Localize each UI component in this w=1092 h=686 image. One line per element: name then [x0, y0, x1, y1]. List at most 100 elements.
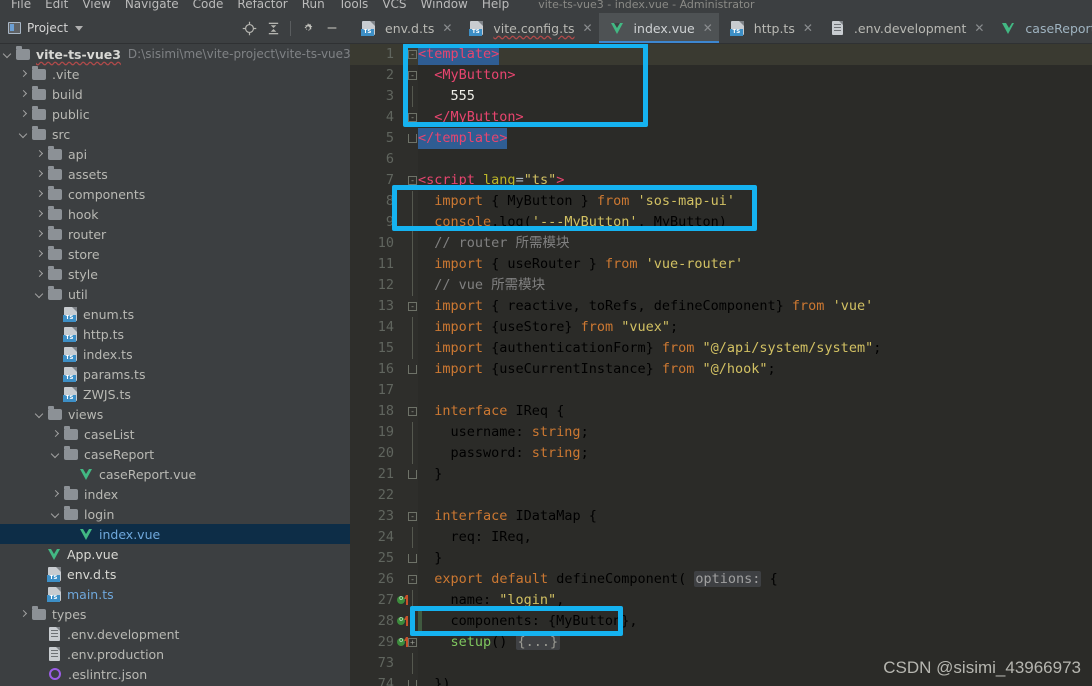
menu-item-code[interactable]: Code — [186, 0, 231, 11]
close-icon[interactable]: ✕ — [703, 22, 713, 34]
gear-icon[interactable] — [296, 16, 320, 40]
chevron-right-icon[interactable] — [36, 150, 45, 159]
chevron-right-icon[interactable] — [36, 270, 45, 279]
code-line[interactable]: name: "login", — [350, 590, 1092, 611]
locate-icon[interactable] — [237, 16, 261, 40]
tree-item-main-ts[interactable]: main.ts — [0, 584, 350, 604]
chevron-right-icon[interactable] — [36, 170, 45, 179]
tree-item-hook[interactable]: hook — [0, 204, 350, 224]
project-tree[interactable]: vite-ts-vue3D:\sisimi\me\vite-project\vi… — [0, 44, 350, 686]
tree-item-build[interactable]: build — [0, 84, 350, 104]
tree-item-casereport-vue[interactable]: caseReport.vue — [0, 464, 350, 484]
tree-item-http-ts[interactable]: http.ts — [0, 324, 350, 344]
code-line[interactable]: </template> — [350, 128, 1092, 149]
minimize-icon[interactable] — [320, 16, 344, 40]
code-line[interactable]: import { reactive, toRefs, defineCompone… — [350, 296, 1092, 317]
code-line[interactable]: <MyButton> — [350, 65, 1092, 86]
code-line[interactable] — [350, 485, 1092, 506]
chevron-down-icon[interactable] — [52, 450, 61, 459]
tree-item-api[interactable]: api — [0, 144, 350, 164]
menu-item-view[interactable]: View — [75, 0, 117, 11]
tree-item-src[interactable]: src — [0, 124, 350, 144]
tree-item--eslintrc-json[interactable]: .eslintrc.json — [0, 664, 350, 684]
chevron-right-icon[interactable] — [36, 190, 45, 199]
tree-item-util[interactable]: util — [0, 284, 350, 304]
collapse-all-icon[interactable] — [261, 16, 285, 40]
tree-item-index-ts[interactable]: index.ts — [0, 344, 350, 364]
code-line[interactable]: console.log('---MyButton', MyButton) — [350, 212, 1092, 233]
chevron-down-icon[interactable] — [20, 130, 29, 139]
code-line[interactable]: import { useRouter } from 'vue-router' — [350, 254, 1092, 275]
tree-item-caselist[interactable]: caseList — [0, 424, 350, 444]
menu-item-run[interactable]: Run — [295, 0, 332, 11]
tree-item--vite[interactable]: .vite — [0, 64, 350, 84]
tree-item-style[interactable]: style — [0, 264, 350, 284]
menu-item-tools[interactable]: Tools — [332, 0, 376, 11]
code-editor[interactable]: 1-<template>2- <MyButton>3 5554- </MyBut… — [350, 44, 1092, 686]
chevron-right-icon[interactable] — [52, 430, 61, 439]
editor-tab-vite-config-ts[interactable]: vite.config.ts✕ — [458, 13, 598, 43]
close-icon[interactable]: ✕ — [803, 22, 813, 34]
tree-item-types[interactable]: types — [0, 604, 350, 624]
chevron-right-icon[interactable] — [52, 490, 61, 499]
chevron-down-icon[interactable] — [75, 26, 83, 31]
menu-item-help[interactable]: Help — [475, 0, 516, 11]
code-line[interactable]: req: IReq, — [350, 527, 1092, 548]
tree-item-enum-ts[interactable]: enum.ts — [0, 304, 350, 324]
editor-tab-casereport-vue[interactable]: caseReport.vue✕ — [990, 13, 1092, 43]
tree-item-public[interactable]: public — [0, 104, 350, 124]
chevron-right-icon[interactable] — [20, 110, 29, 119]
menu-item-edit[interactable]: Edit — [38, 0, 75, 11]
chevron-right-icon[interactable] — [20, 70, 29, 79]
editor-tab-index-vue[interactable]: index.vue✕ — [599, 13, 719, 43]
project-panel-title-button[interactable]: Project — [8, 21, 83, 35]
tree-item-router[interactable]: router — [0, 224, 350, 244]
code-line[interactable]: components: {MyButton}, — [350, 611, 1092, 632]
code-line[interactable]: import {authenticationForm} from "@/api/… — [350, 338, 1092, 359]
close-icon[interactable]: ✕ — [974, 22, 984, 34]
tree-item-params-ts[interactable]: params.ts — [0, 364, 350, 384]
code-line[interactable]: 555 — [350, 86, 1092, 107]
tree-item-zwjs-ts[interactable]: ZWJS.ts — [0, 384, 350, 404]
menu-item-file[interactable]: File — [4, 0, 38, 11]
code-line[interactable]: } — [350, 548, 1092, 569]
chevron-down-icon[interactable] — [36, 290, 45, 299]
tree-item-login[interactable]: login — [0, 504, 350, 524]
tree-item-index[interactable]: index — [0, 484, 350, 504]
code-line[interactable]: export default defineComponent( options:… — [350, 569, 1092, 590]
code-line[interactable] — [350, 380, 1092, 401]
close-icon[interactable]: ✕ — [442, 22, 452, 34]
tree-item-components[interactable]: components — [0, 184, 350, 204]
editor-tab-http-ts[interactable]: http.ts✕ — [719, 13, 819, 43]
code-line[interactable]: <template> — [350, 44, 1092, 65]
code-line[interactable]: interface IReq { — [350, 401, 1092, 422]
tree-item-env-d-ts[interactable]: env.d.ts — [0, 564, 350, 584]
chevron-down-icon[interactable] — [36, 410, 45, 419]
tree-item--env-development[interactable]: .env.development — [0, 624, 350, 644]
code-line[interactable]: import { MyButton } from 'sos-map-ui' — [350, 191, 1092, 212]
editor-tab-env-d-ts[interactable]: env.d.ts✕ — [350, 13, 458, 43]
code-line[interactable]: // vue 所需模块 — [350, 275, 1092, 296]
code-line[interactable]: </MyButton> — [350, 107, 1092, 128]
code-line[interactable] — [350, 149, 1092, 170]
chevron-right-icon[interactable] — [20, 90, 29, 99]
chevron-right-icon[interactable] — [36, 210, 45, 219]
menu-item-vcs[interactable]: VCS — [375, 0, 413, 11]
tree-item-casereport[interactable]: caseReport — [0, 444, 350, 464]
code-line[interactable]: <script lang="ts"> — [350, 170, 1092, 191]
menu-item-refactor[interactable]: Refactor — [230, 0, 294, 11]
editor-tab--env-development[interactable]: .env.development✕ — [819, 13, 991, 43]
chevron-down-icon[interactable] — [52, 510, 61, 519]
code-line[interactable]: import {useCurrentInstance} from "@/hook… — [350, 359, 1092, 380]
code-line[interactable]: import {useStore} from "vuex"; — [350, 317, 1092, 338]
chevron-down-icon[interactable] — [4, 50, 13, 59]
code-line[interactable]: interface IDataMap { — [350, 506, 1092, 527]
menu-item-navigate[interactable]: Navigate — [118, 0, 186, 11]
code-line[interactable]: setup() {...} — [350, 632, 1092, 653]
tree-item-app-vue[interactable]: App.vue — [0, 544, 350, 564]
editor-tab-bar[interactable]: env.d.ts✕vite.config.ts✕index.vue✕http.t… — [350, 13, 1092, 44]
code-line[interactable]: username: string; — [350, 422, 1092, 443]
code-line[interactable]: password: string; — [350, 443, 1092, 464]
tree-item-store[interactable]: store — [0, 244, 350, 264]
tree-item--env-production[interactable]: .env.production — [0, 644, 350, 664]
